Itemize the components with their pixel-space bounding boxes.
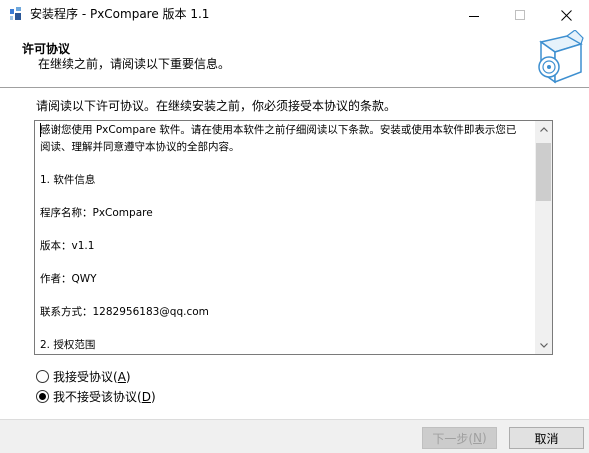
license-line: 阅读、理解并同意遵守本协议的全部内容。: [40, 140, 240, 153]
app-icon: [10, 7, 21, 20]
maximize-button[interactable]: [497, 0, 543, 30]
cancel-button[interactable]: 取消: [509, 427, 584, 449]
scroll-down-arrow-icon: [539, 343, 548, 348]
decline-option[interactable]: 我不接受该协议(D): [36, 388, 156, 405]
text-caret: [40, 123, 41, 137]
accept-radio[interactable]: [36, 370, 49, 383]
minimize-icon: [469, 15, 479, 17]
next-button[interactable]: 下一步(N): [422, 427, 497, 449]
wizard-header: 许可协议 在继续之前，请阅读以下重要信息。: [0, 30, 589, 88]
window-title: 安装程序 - PxCompare 版本 1.1: [30, 7, 210, 21]
title-bar: 安装程序 - PxCompare 版本 1.1: [0, 0, 589, 30]
close-icon: [560, 9, 572, 21]
license-line: 版本：v1.1: [40, 239, 95, 252]
scroll-up-arrow-icon: [539, 127, 548, 132]
license-line: 1. 软件信息: [40, 173, 96, 186]
vertical-scrollbar[interactable]: [535, 121, 552, 354]
accept-label: 我接受协议(A): [53, 370, 131, 384]
license-line: 作者：QWY: [40, 272, 97, 285]
maximize-icon: [515, 10, 525, 20]
license-textbox[interactable]: 感谢您使用 PxCompare 软件。请在使用本软件之前仔细阅读以下条款。安装或…: [34, 120, 553, 355]
license-prompt: 请阅读以下许可协议。在继续安装之前，你必须接受本协议的条款。: [36, 99, 397, 113]
scroll-down-button[interactable]: [535, 337, 552, 354]
license-line: 程序名称：PxCompare: [40, 206, 153, 219]
decline-radio[interactable]: [36, 390, 49, 403]
license-line: 2. 授权范围: [40, 338, 96, 351]
installer-box-cd-icon: [538, 30, 584, 84]
scroll-thumb[interactable]: [536, 143, 551, 201]
license-content: 感谢您使用 PxCompare 软件。请在使用本软件之前仔细阅读以下条款。安装或…: [40, 122, 534, 353]
close-button[interactable]: [543, 0, 589, 30]
decline-label: 我不接受该协议(D): [53, 390, 156, 404]
minimize-button[interactable]: [451, 0, 497, 30]
accept-option[interactable]: 我接受协议(A): [36, 368, 131, 385]
scroll-up-button[interactable]: [535, 121, 552, 138]
license-line: 联系方式：1282956183@qq.com: [40, 305, 209, 318]
wizard-footer: 下一步(N) 取消: [0, 420, 589, 453]
license-line: 感谢您使用 PxCompare 软件。请在使用本软件之前仔细阅读以下条款。安装或…: [40, 124, 517, 136]
page-subtitle: 在继续之前，请阅读以下重要信息。: [38, 57, 231, 71]
